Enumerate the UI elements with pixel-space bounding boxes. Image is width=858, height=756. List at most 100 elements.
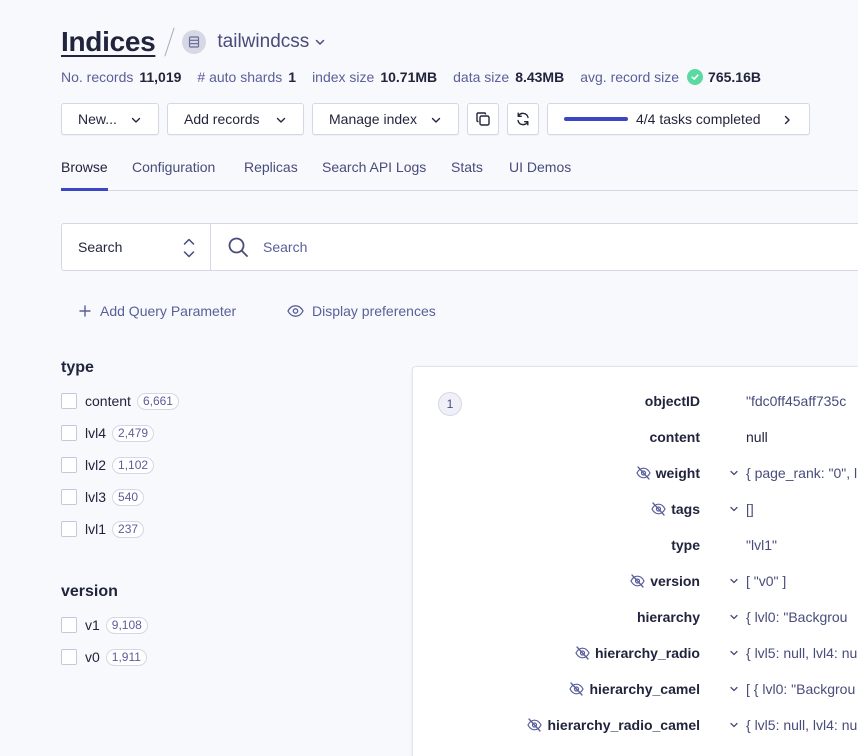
search-input[interactable] xyxy=(263,239,763,255)
manage-index-button[interactable]: Manage index xyxy=(312,103,459,135)
checkbox[interactable] xyxy=(61,393,77,409)
eye-icon xyxy=(287,304,304,318)
add-records-label: Add records xyxy=(184,111,260,127)
search-mode-label: Search xyxy=(78,239,123,255)
facet-item-v1[interactable]: v1 9,108 xyxy=(61,616,148,634)
attribute-row: objectID "fdc0ff45aff735c xyxy=(413,393,858,411)
checkbox[interactable] xyxy=(61,457,77,473)
tab-stats[interactable]: Stats xyxy=(451,158,483,191)
facet-title-version: version xyxy=(61,583,118,600)
facet-count: 1,911 xyxy=(105,648,147,666)
attribute-key: hierarchy_camel xyxy=(589,681,700,697)
chevron-down-icon[interactable] xyxy=(314,36,326,48)
facet-label: v0 xyxy=(85,649,100,665)
stat-label: avg. record size xyxy=(580,69,680,85)
checkbox[interactable] xyxy=(61,425,77,441)
stat-label: data size xyxy=(453,69,510,85)
attribute-value: { lvl0: "Backgrou xyxy=(746,609,848,625)
eye-off-icon xyxy=(630,574,645,588)
attribute-value: [ "v0" ] xyxy=(746,573,787,589)
chevron-down-icon xyxy=(276,117,286,123)
attribute-value: [] xyxy=(746,501,754,517)
chevron-down-icon[interactable] xyxy=(729,576,739,586)
stat-data-size: data size 8.43MB xyxy=(453,69,564,85)
facet-item-lvl3[interactable]: lvl3 540 xyxy=(61,488,145,506)
manage-index-label: Manage index xyxy=(329,111,417,127)
attribute-value: { lvl5: null, lvl4: nu xyxy=(746,717,858,733)
new-button[interactable]: New... xyxy=(61,103,159,135)
checkbox[interactable] xyxy=(61,649,77,665)
facet-label: lvl4 xyxy=(85,425,107,441)
chevron-down-icon[interactable] xyxy=(729,504,739,514)
facet-item-lvl2[interactable]: lvl2 1,102 xyxy=(61,456,155,474)
copy-index-button[interactable] xyxy=(467,103,499,135)
attribute-key: content xyxy=(649,429,700,445)
checkbox[interactable] xyxy=(61,617,77,633)
facet-count: 540 xyxy=(112,488,145,506)
facet-label: lvl1 xyxy=(85,521,107,537)
stat-label: # auto shards xyxy=(197,69,283,85)
facet-item-lvl4[interactable]: lvl4 2,479 xyxy=(61,424,155,442)
add-records-button[interactable]: Add records xyxy=(167,103,304,135)
chevron-down-icon[interactable] xyxy=(729,648,739,658)
facet-item-v0[interactable]: v0 1,911 xyxy=(61,648,147,666)
attribute-key: hierarchy xyxy=(636,609,700,625)
display-preferences-link[interactable]: Display preferences xyxy=(287,302,436,320)
attribute-row: hierarchy_radio_camel { lvl5: null, lvl4… xyxy=(413,717,858,735)
refresh-button[interactable] xyxy=(507,103,539,135)
search-bar: Search xyxy=(61,223,858,271)
facet-item-lvl1[interactable]: lvl1 237 xyxy=(61,520,145,538)
attribute-key: objectID xyxy=(644,393,700,409)
tasks-progress-button[interactable]: 4/4 tasks completed xyxy=(547,103,810,135)
tab-search-api-logs[interactable]: Search API Logs xyxy=(322,158,426,191)
checkbox[interactable] xyxy=(61,489,77,505)
chevron-right-icon xyxy=(784,115,790,125)
tab-configuration[interactable]: Configuration xyxy=(132,158,215,191)
facet-count: 9,108 xyxy=(105,616,148,634)
attribute-row: hierarchy_camel [ { lvl0: "Backgrou xyxy=(413,681,858,699)
facet-item-content[interactable]: content 6,661 xyxy=(61,392,179,410)
attribute-value: { lvl5: null, lvl4: nu xyxy=(746,645,858,661)
tab-ui-demos[interactable]: UI Demos xyxy=(509,158,571,191)
eye-off-icon xyxy=(575,646,590,660)
attribute-value: { page_rank: "0", l xyxy=(746,465,858,481)
stat-value: 1 xyxy=(288,69,297,85)
chevron-down-icon xyxy=(431,117,441,123)
select-arrows-icon xyxy=(183,238,195,258)
display-preferences-label: Display preferences xyxy=(312,303,436,319)
attribute-value: "fdc0ff45aff735c xyxy=(746,393,847,409)
attribute-key: tags xyxy=(671,501,700,517)
attribute-key-hidden: weight xyxy=(635,465,700,481)
facet-label: v1 xyxy=(85,617,100,633)
page-title[interactable]: Indices xyxy=(61,26,156,58)
facet-count: 1,102 xyxy=(112,456,155,474)
facet-label: lvl2 xyxy=(85,457,107,473)
add-query-parameter-link[interactable]: Add Query Parameter xyxy=(78,302,236,320)
record-card: 1 objectID "fdc0ff45aff735c content null… xyxy=(412,366,858,756)
page-header: Indices tailwindcss xyxy=(61,24,326,60)
chevron-down-icon[interactable] xyxy=(729,612,739,622)
index-tabs: Browse Configuration Replicas Search API… xyxy=(61,158,858,191)
new-button-label: New... xyxy=(78,111,117,127)
search-mode-select[interactable]: Search xyxy=(62,224,211,270)
eye-off-icon xyxy=(569,682,585,696)
attribute-key: weight xyxy=(655,465,700,481)
attribute-key: hierarchy_radio xyxy=(594,645,700,661)
index-icon xyxy=(182,30,207,54)
chevron-down-icon[interactable] xyxy=(729,468,739,478)
checkbox[interactable] xyxy=(61,521,77,537)
chevron-down-icon[interactable] xyxy=(729,720,739,730)
facet-count: 2,479 xyxy=(112,424,155,442)
check-circle-icon xyxy=(687,69,704,85)
tab-browse[interactable]: Browse xyxy=(61,158,108,191)
chevron-down-icon[interactable] xyxy=(729,684,739,694)
tasks-progress-bar xyxy=(564,117,628,121)
index-selector[interactable]: tailwindcss xyxy=(217,31,309,53)
search-icon xyxy=(228,237,248,257)
facet-title-type: type xyxy=(61,359,94,376)
plus-icon xyxy=(78,304,92,318)
tab-replicas[interactable]: Replicas xyxy=(244,158,298,191)
attribute-key-hidden: hierarchy_radio xyxy=(575,645,700,661)
facet-label: lvl3 xyxy=(85,489,107,505)
attribute-key: type xyxy=(671,537,700,553)
